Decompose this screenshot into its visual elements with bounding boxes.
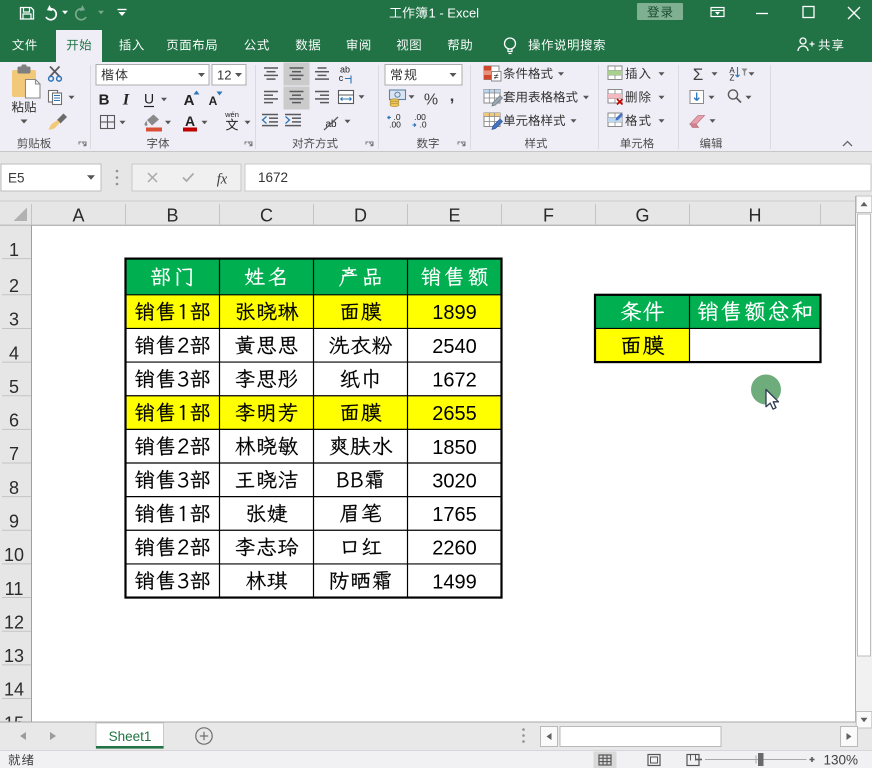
svg-text:wén: wén (224, 110, 239, 119)
svg-text:Σ: Σ (693, 65, 704, 84)
svg-text:%: % (424, 92, 438, 109)
svg-text:1899: 1899 (432, 302, 477, 324)
svg-text:1672: 1672 (258, 170, 288, 185)
svg-text:10: 10 (4, 545, 24, 565)
svg-text:3020: 3020 (432, 470, 477, 492)
svg-text:≠: ≠ (494, 72, 499, 82)
svg-text:4: 4 (9, 343, 19, 363)
svg-text:3: 3 (9, 310, 19, 330)
svg-text:13: 13 (4, 646, 24, 666)
svg-text:Z: Z (730, 74, 735, 83)
svg-text:G: G (635, 206, 649, 226)
svg-text:fx: fx (217, 172, 228, 188)
svg-text:,: , (450, 86, 455, 105)
svg-text:A: A (209, 94, 218, 108)
svg-text:A: A (72, 206, 84, 226)
svg-text:E: E (448, 206, 460, 226)
svg-text:8: 8 (9, 478, 19, 498)
svg-text:130%: 130% (823, 753, 858, 768)
svg-text:1: 1 (9, 240, 19, 260)
svg-text:.00: .00 (389, 120, 401, 130)
svg-text:B: B (99, 92, 110, 109)
svg-text:1 - Excel: 1 - Excel (429, 6, 480, 21)
svg-text:12: 12 (4, 612, 24, 632)
svg-text:2655: 2655 (432, 403, 477, 425)
svg-text:D: D (354, 206, 367, 226)
svg-text:A: A (185, 113, 195, 129)
svg-text:c: c (339, 73, 344, 83)
svg-text:B: B (166, 206, 178, 226)
svg-text:E5: E5 (8, 171, 25, 186)
svg-text:1499: 1499 (432, 571, 477, 593)
svg-text:I: I (122, 92, 130, 109)
svg-text:F: F (543, 206, 554, 226)
svg-text:Sheet1: Sheet1 (109, 729, 152, 744)
svg-text:11: 11 (5, 579, 24, 599)
svg-text:ab: ab (325, 119, 337, 130)
svg-text:14: 14 (4, 680, 24, 700)
svg-text:H: H (749, 206, 762, 226)
svg-text:2540: 2540 (432, 336, 477, 358)
svg-text:2: 2 (9, 276, 19, 296)
svg-text:C: C (260, 206, 273, 226)
svg-text:5: 5 (9, 377, 19, 397)
svg-text:12: 12 (217, 68, 231, 83)
svg-text:1850: 1850 (432, 437, 477, 459)
svg-text:.0: .0 (419, 120, 426, 130)
svg-text:A: A (184, 92, 195, 109)
svg-text:U: U (144, 91, 154, 107)
svg-text:6: 6 (9, 411, 19, 431)
svg-text:1672: 1672 (432, 370, 477, 392)
svg-text:2260: 2260 (432, 538, 477, 560)
svg-text:1765: 1765 (432, 504, 477, 526)
svg-text:9: 9 (9, 511, 19, 531)
svg-text:7: 7 (9, 444, 19, 464)
